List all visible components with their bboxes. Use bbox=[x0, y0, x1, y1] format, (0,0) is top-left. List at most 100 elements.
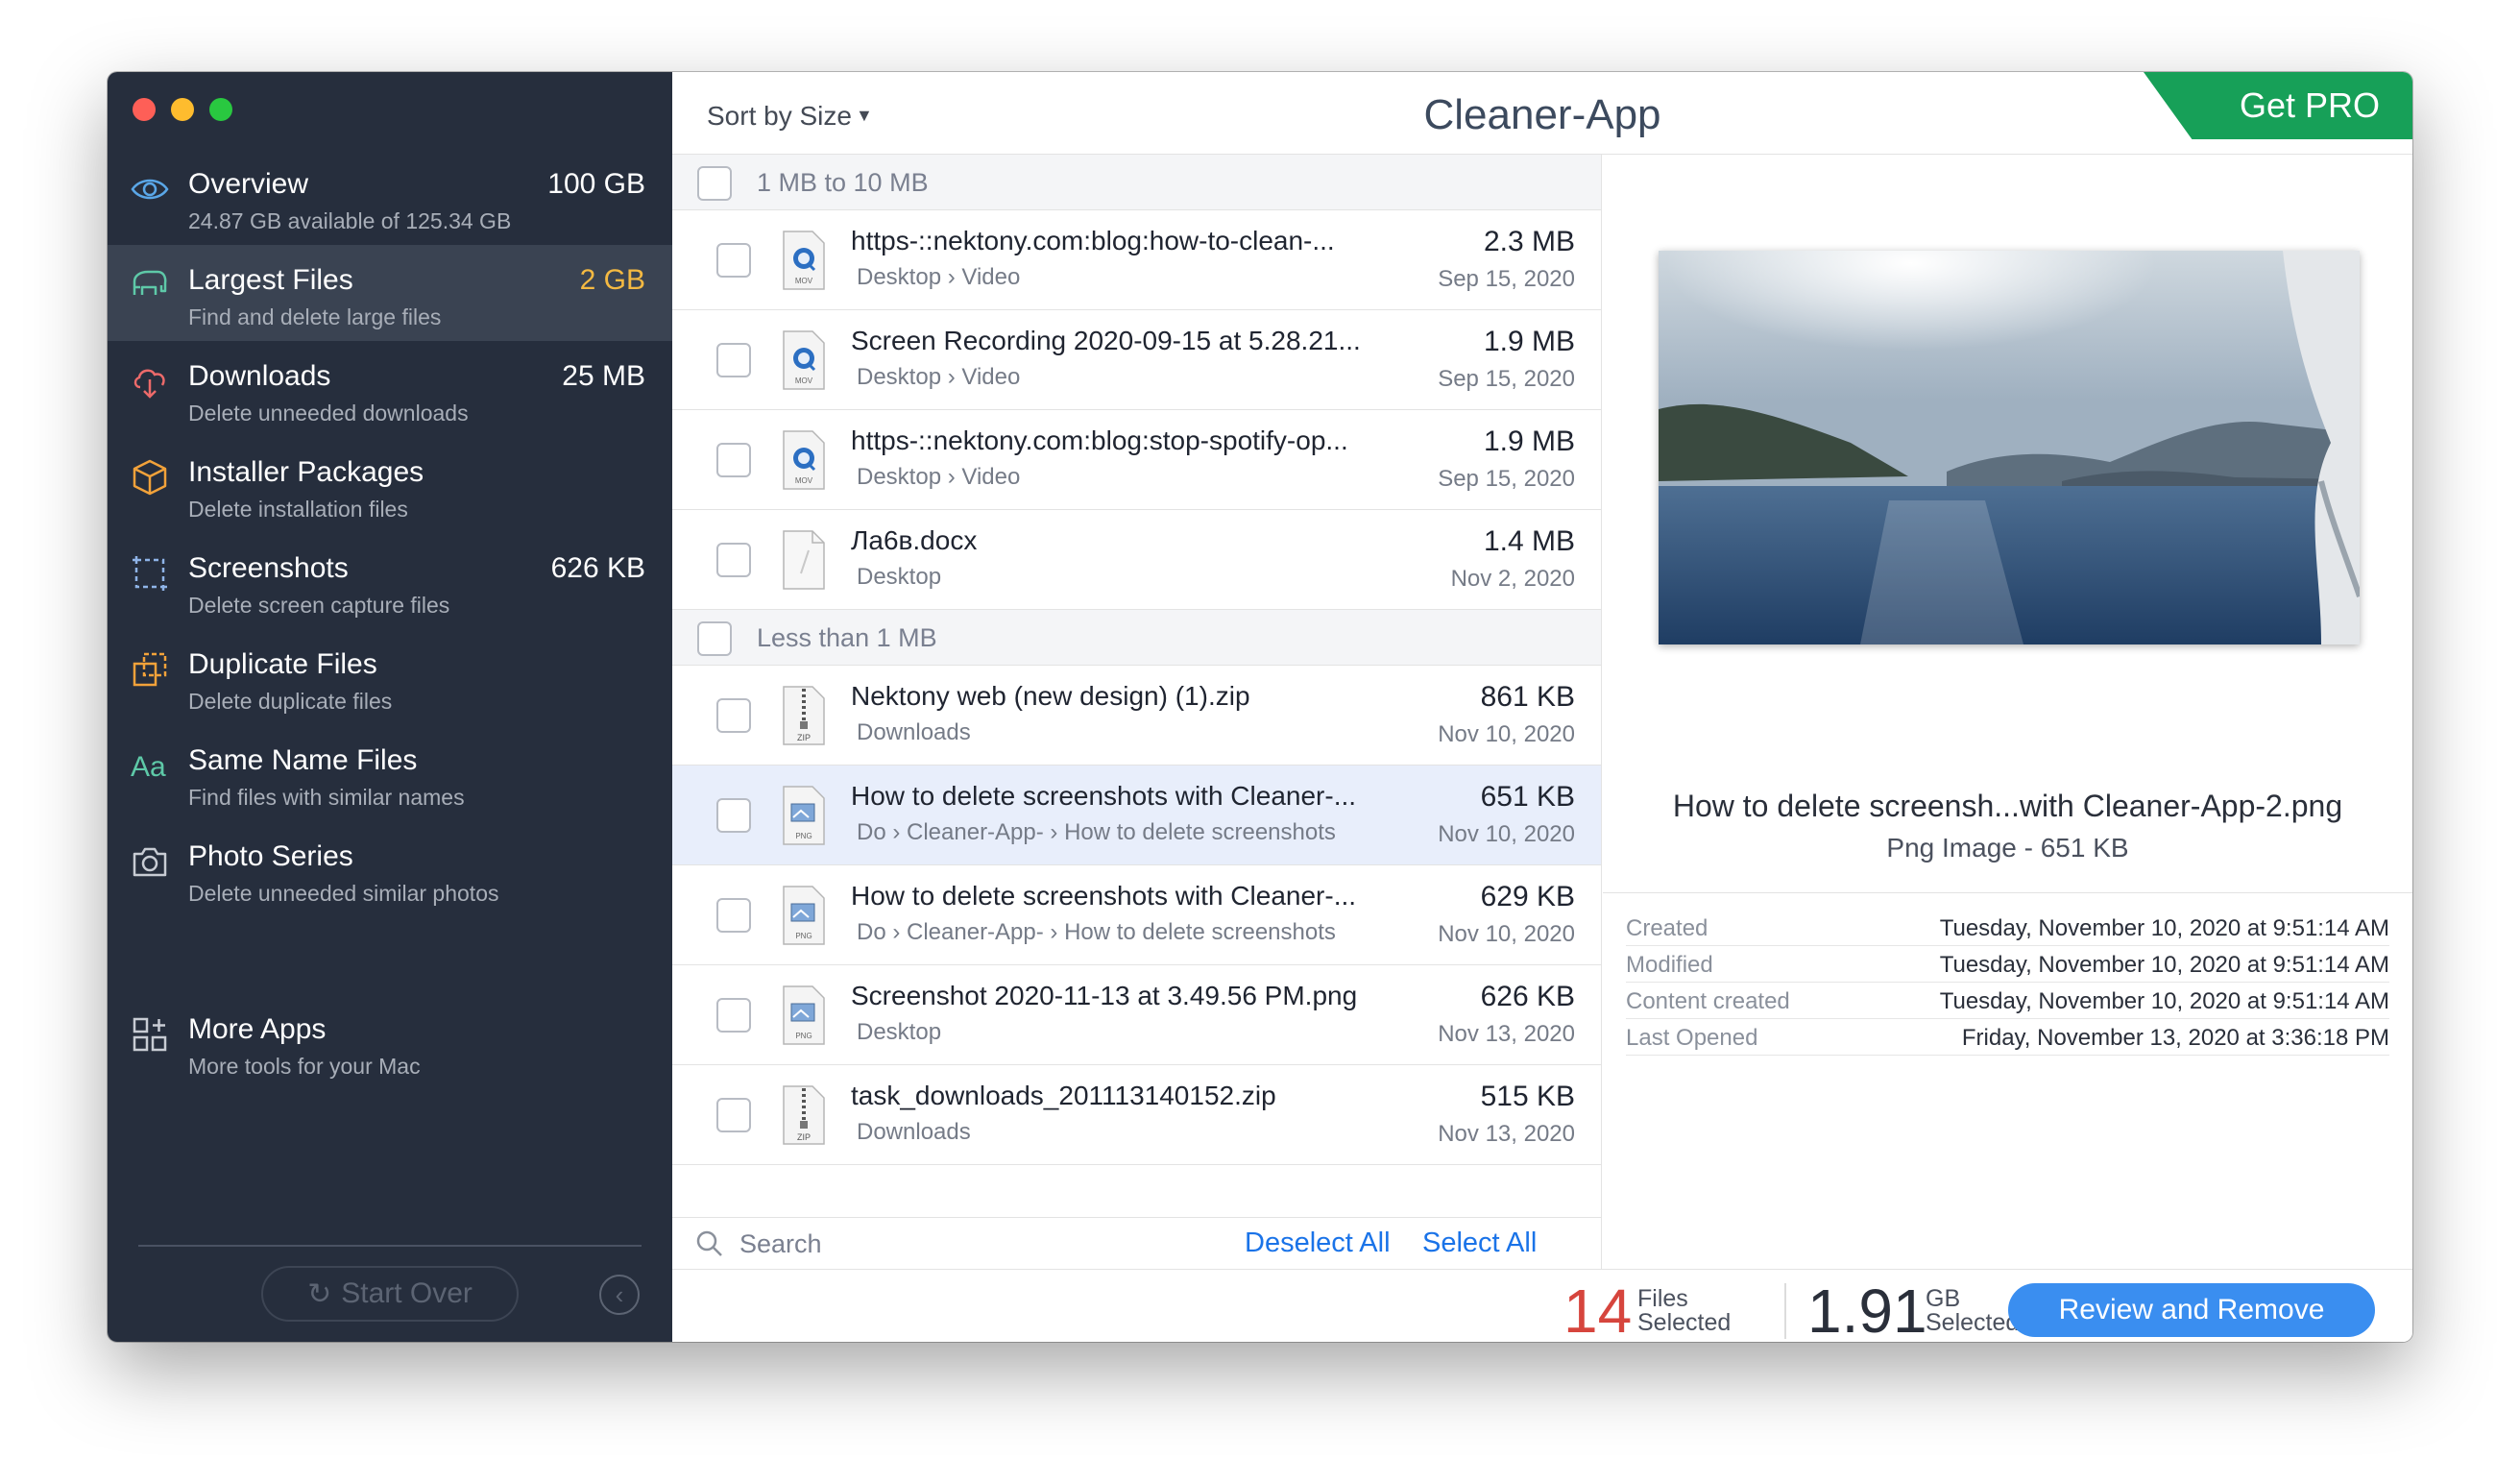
file-name: Ла6в.docx bbox=[851, 525, 978, 555]
preview-file-type: Png Image - 651 KB bbox=[1886, 833, 2129, 863]
metadata-key: Last Opened bbox=[1626, 1025, 1758, 1051]
file-path: Downloads bbox=[857, 1119, 971, 1145]
metadata-row: Created Tuesday, November 10, 2020 at 9:… bbox=[1626, 910, 2389, 946]
sidebar-item-title: Photo Series bbox=[188, 840, 353, 872]
row-checkbox[interactable] bbox=[716, 1098, 751, 1132]
refresh-icon: ↻ bbox=[307, 1277, 332, 1310]
search-input[interactable] bbox=[739, 1226, 1124, 1262]
file-size: 626 KB bbox=[1480, 981, 1575, 1012]
file-name: How to delete screenshots with Cleaner-.… bbox=[851, 881, 1357, 911]
file-list: 1 MB to 10 MB MOV https-::nektony.com:bl… bbox=[672, 155, 1602, 1269]
gb-label-line1: GB bbox=[1926, 1285, 1961, 1312]
select-all-button[interactable]: Select All bbox=[1422, 1228, 1537, 1259]
metadata-row: Content created Tuesday, November 10, 20… bbox=[1626, 983, 2389, 1019]
sidebar: Overview 24.87 GB available of 125.34 GB… bbox=[108, 72, 672, 1342]
group-checkbox[interactable] bbox=[697, 166, 732, 201]
table-row[interactable]: MOV https-::nektony.com:blog:how-to-clea… bbox=[672, 210, 1601, 310]
sidebar-item-title: More Apps bbox=[188, 1013, 327, 1045]
metadata-row: Modified Tuesday, November 10, 2020 at 9… bbox=[1626, 946, 2389, 983]
svg-text:ZIP: ZIP bbox=[797, 1132, 811, 1142]
start-over-button[interactable]: ↻ Start Over bbox=[261, 1266, 519, 1322]
sidebar-item-title: Downloads bbox=[188, 360, 331, 392]
sidebar-item-same-name-files[interactable]: Aa Same Name Files Find files with simil… bbox=[108, 725, 672, 821]
sidebar-item-more-apps[interactable]: More Apps More tools for your Mac bbox=[108, 994, 672, 1090]
png-file-icon: PNG bbox=[780, 985, 828, 1046]
collapse-sidebar-button[interactable]: ‹ bbox=[599, 1275, 640, 1315]
table-row[interactable]: MOV Screen Recording 2020-09-15 at 5.28.… bbox=[672, 310, 1601, 410]
file-date: Nov 10, 2020 bbox=[1438, 921, 1575, 947]
screenshot-icon bbox=[131, 554, 169, 593]
sidebar-item-subtitle: Delete unneeded similar photos bbox=[188, 881, 499, 906]
sidebar-item-subtitle: Delete duplicate files bbox=[188, 689, 393, 714]
row-checkbox[interactable] bbox=[716, 998, 751, 1033]
group-header: Less than 1 MB bbox=[672, 610, 1601, 666]
row-checkbox[interactable] bbox=[716, 243, 751, 278]
file-date: Nov 10, 2020 bbox=[1438, 721, 1575, 747]
svg-text:MOV: MOV bbox=[795, 377, 813, 385]
preview-image bbox=[1659, 251, 2360, 644]
apps-grid-icon bbox=[131, 1015, 169, 1054]
sidebar-item-title: Largest Files bbox=[188, 264, 353, 296]
deselect-all-button[interactable]: Deselect All bbox=[1245, 1228, 1391, 1259]
svg-text:MOV: MOV bbox=[795, 476, 813, 485]
file-date: Nov 13, 2020 bbox=[1438, 1121, 1575, 1147]
file-size: 1.9 MB bbox=[1483, 425, 1575, 457]
list-footer: Deselect All Select All bbox=[672, 1217, 1601, 1269]
file-size: 515 KB bbox=[1480, 1081, 1575, 1112]
file-name: Nektony web (new design) (1).zip bbox=[851, 681, 1250, 711]
sidebar-item-title: Installer Packages bbox=[188, 456, 424, 488]
file-path: Desktop bbox=[857, 564, 942, 590]
duplicate-icon bbox=[131, 650, 169, 689]
sidebar-item-largest-files[interactable]: Largest Files Find and delete large file… bbox=[108, 245, 672, 341]
file-name: https-::nektony.com:blog:how-to-clean-..… bbox=[851, 226, 1335, 255]
close-window-button[interactable] bbox=[133, 98, 156, 121]
sidebar-item-overview[interactable]: Overview 24.87 GB available of 125.34 GB… bbox=[108, 149, 672, 245]
chevron-left-icon: ‹ bbox=[615, 1279, 624, 1309]
sidebar-item-installer-packages[interactable]: Installer Packages Delete installation f… bbox=[108, 437, 672, 533]
review-and-remove-button[interactable]: Review and Remove bbox=[2008, 1283, 2375, 1337]
table-row[interactable]: Ла6в.docx Desktop 1.4 MB Nov 2, 2020 bbox=[672, 510, 1601, 610]
row-checkbox[interactable] bbox=[716, 443, 751, 477]
table-row[interactable]: PNG Screenshot 2020-11-13 at 3.49.56 PM.… bbox=[672, 965, 1601, 1065]
file-size: 1.9 MB bbox=[1483, 326, 1575, 357]
minimize-window-button[interactable] bbox=[171, 98, 194, 121]
metadata-row: Last Opened Friday, November 13, 2020 at… bbox=[1626, 1019, 2389, 1056]
file-name: How to delete screenshots with Cleaner-.… bbox=[851, 781, 1357, 811]
gb-selected-count: 1.91 bbox=[1807, 1276, 1927, 1342]
zoom-window-button[interactable] bbox=[209, 98, 232, 121]
table-row-selected[interactable]: PNG How to delete screenshots with Clean… bbox=[672, 766, 1601, 865]
sidebar-item-subtitle: More tools for your Mac bbox=[188, 1054, 421, 1079]
table-row[interactable]: MOV https-::nektony.com:blog:stop-spotif… bbox=[672, 410, 1601, 510]
row-checkbox[interactable] bbox=[716, 543, 751, 577]
app-title: Cleaner-App bbox=[1423, 91, 1661, 138]
table-row[interactable]: PNG How to delete screenshots with Clean… bbox=[672, 865, 1601, 965]
file-path: Desktop › Video bbox=[857, 464, 1021, 490]
file-date: Sep 15, 2020 bbox=[1438, 366, 1575, 392]
file-size: 2.3 MB bbox=[1483, 226, 1575, 257]
zip-file-icon: ZIP bbox=[780, 1084, 828, 1146]
file-name: Screenshot 2020-11-13 at 3.49.56 PM.png bbox=[851, 981, 1358, 1010]
row-checkbox[interactable] bbox=[716, 898, 751, 933]
row-checkbox[interactable] bbox=[716, 798, 751, 833]
group-checkbox[interactable] bbox=[697, 621, 732, 656]
sidebar-item-subtitle: Delete unneeded downloads bbox=[188, 401, 469, 425]
sidebar-item-subtitle: Delete screen capture files bbox=[188, 593, 450, 618]
sidebar-item-title: Screenshots bbox=[188, 552, 349, 584]
group-label: 1 MB to 10 MB bbox=[757, 168, 929, 197]
table-row[interactable]: ZIP Nektony web (new design) (1).zip Dow… bbox=[672, 666, 1601, 766]
metadata-value: Tuesday, November 10, 2020 at 9:51:14 AM bbox=[1939, 915, 2389, 941]
file-date: Nov 13, 2020 bbox=[1438, 1021, 1575, 1047]
sidebar-item-photo-series[interactable]: Photo Series Delete unneeded similar pho… bbox=[108, 821, 672, 917]
sidebar-item-downloads[interactable]: Downloads Delete unneeded downloads 25 M… bbox=[108, 341, 672, 437]
file-size: 861 KB bbox=[1480, 681, 1575, 713]
metadata-value: Tuesday, November 10, 2020 at 9:51:14 AM bbox=[1939, 988, 2389, 1014]
sidebar-item-duplicate-files[interactable]: Duplicate Files Delete duplicate files bbox=[108, 629, 672, 725]
status-divider bbox=[1784, 1283, 1786, 1339]
row-checkbox[interactable] bbox=[716, 698, 751, 733]
sidebar-item-screenshots[interactable]: Screenshots Delete screen capture files … bbox=[108, 533, 672, 629]
elephant-icon bbox=[131, 266, 169, 304]
table-row[interactable]: ZIP task_downloads_201113140152.zip Down… bbox=[672, 1065, 1601, 1165]
sidebar-item-title: Overview bbox=[188, 168, 309, 200]
row-checkbox[interactable] bbox=[716, 343, 751, 377]
png-file-icon: PNG bbox=[780, 885, 828, 946]
